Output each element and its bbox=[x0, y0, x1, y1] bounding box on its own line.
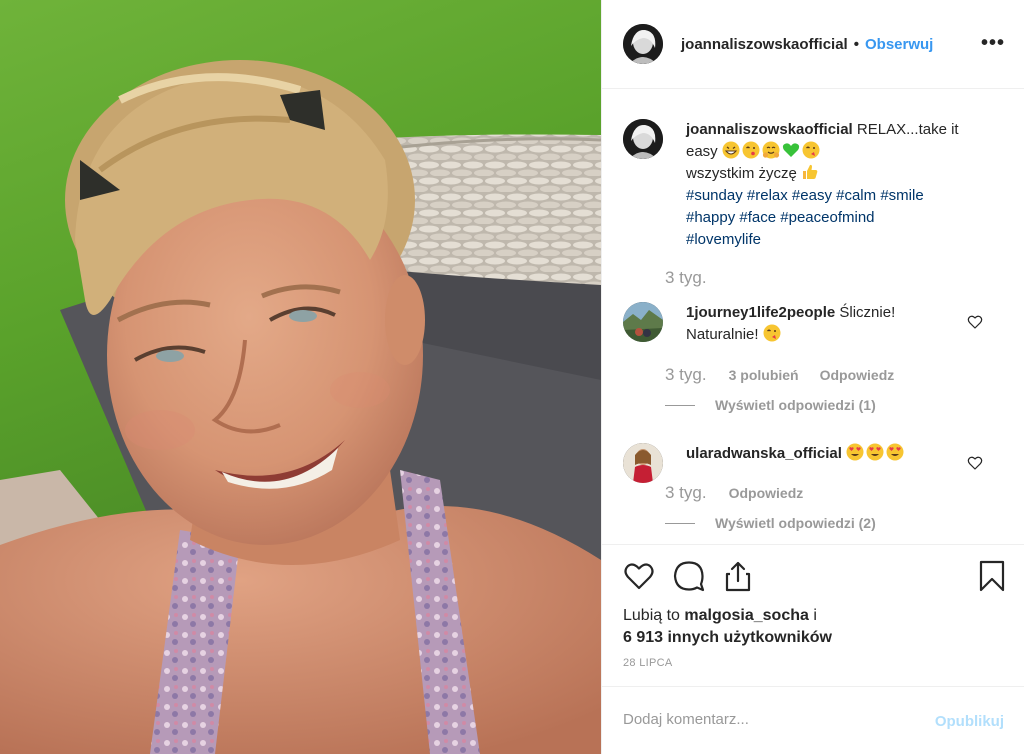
author-avatar[interactable] bbox=[623, 24, 663, 64]
comment-time[interactable]: 3 tyg. bbox=[665, 365, 707, 385]
comment-text-line2: Naturalnie! bbox=[686, 326, 759, 343]
action-icons bbox=[622, 559, 1012, 593]
green-heart-icon bbox=[782, 143, 799, 157]
reply-button[interactable]: Odpowiedz bbox=[820, 367, 895, 383]
hashtag-link[interactable]: #easy bbox=[792, 187, 832, 204]
follow-button[interactable]: Obserwuj bbox=[865, 36, 933, 53]
heart-eyes-emoji-icon bbox=[886, 443, 904, 461]
reply-button[interactable]: Odpowiedz bbox=[729, 485, 804, 501]
comment-author[interactable]: 1journey1life2people bbox=[686, 304, 835, 321]
hashtag-link[interactable]: #smile bbox=[880, 187, 923, 204]
caption-meta: 3 tyg. bbox=[665, 268, 729, 288]
caption-author[interactable]: joannaliszowskaofficial bbox=[686, 121, 853, 138]
likes-prefix: Lubią to bbox=[623, 607, 685, 624]
caption-text-line1: RELAX...take it bbox=[852, 121, 959, 138]
likes-summary: Lubią to malgosia_socha i 6 913 innych u… bbox=[623, 605, 832, 649]
hashtag-link[interactable]: #sunday bbox=[686, 187, 743, 204]
like-comment-heart-icon[interactable] bbox=[967, 455, 983, 471]
caption-time[interactable]: 3 tyg. bbox=[665, 268, 707, 288]
replies-line bbox=[665, 404, 695, 406]
commenter-avatar[interactable] bbox=[623, 302, 663, 342]
comment-body: ularadwanska_official bbox=[686, 443, 986, 465]
caption-author-avatar[interactable] bbox=[623, 119, 663, 159]
comments-list[interactable]: joannaliszowskaofficial RELAX...take it … bbox=[602, 89, 1024, 544]
liker-username[interactable]: malgosia_socha bbox=[684, 607, 809, 624]
heart-eyes-emoji-icon bbox=[866, 443, 884, 461]
caption-hashtags-line3: #lovemylife bbox=[686, 229, 986, 251]
likes-others-count[interactable]: 6 913 innych użytkowników bbox=[623, 629, 832, 646]
more-icon[interactable]: ••• bbox=[981, 33, 1005, 53]
selfie-image bbox=[0, 60, 601, 754]
comment-author[interactable]: ularadwanska_official bbox=[686, 445, 842, 462]
like-comment-heart-icon[interactable] bbox=[967, 314, 983, 330]
comment-time[interactable]: 3 tyg. bbox=[665, 483, 707, 503]
kiss-emoji-icon bbox=[742, 141, 760, 159]
comment-meta: 3 tyg. Odpowiedz bbox=[665, 483, 824, 503]
replies-line bbox=[665, 522, 695, 524]
post-actions: Lubią to malgosia_socha i 6 913 innych u… bbox=[602, 544, 1024, 754]
comment-icon[interactable] bbox=[672, 559, 706, 593]
author-username[interactable]: joannaliszowskaofficial bbox=[681, 36, 848, 53]
comment-likes-count[interactable]: 3 polubień bbox=[729, 367, 799, 383]
post-side-panel: joannaliszowskaofficial • Obserwuj ••• j… bbox=[601, 0, 1024, 754]
view-replies-button[interactable]: Wyświetl odpowiedzi (1) bbox=[665, 397, 876, 413]
thumbs-up-emoji-icon bbox=[803, 164, 818, 179]
post-date[interactable]: 28 LIPCA bbox=[623, 657, 672, 669]
comment-input[interactable] bbox=[623, 711, 903, 728]
hug-emoji-icon bbox=[762, 141, 780, 159]
likes-suffix: i bbox=[808, 607, 817, 624]
post-photo[interactable] bbox=[0, 0, 601, 754]
view-replies-label: Wyświetl odpowiedzi (2) bbox=[715, 515, 876, 531]
hashtag-link[interactable]: #peaceofmind bbox=[780, 209, 874, 226]
commenter-avatar[interactable] bbox=[623, 443, 663, 483]
grin-emoji-icon bbox=[722, 141, 740, 159]
publish-button[interactable]: Opublikuj bbox=[935, 713, 1004, 730]
hashtag-link[interactable]: #relax bbox=[747, 187, 788, 204]
caption-hashtags-line2: #happy #face #peaceofmind bbox=[686, 207, 986, 229]
comment-meta: 3 tyg. 3 polubień Odpowiedz bbox=[665, 365, 915, 385]
caption-text-line2: easy bbox=[686, 143, 718, 160]
wink-kiss-emoji-icon bbox=[763, 324, 781, 342]
heart-icon[interactable] bbox=[622, 559, 656, 593]
hashtag-link[interactable]: #lovemylife bbox=[686, 231, 761, 248]
caption-text-line3: wszystkim życzę bbox=[686, 165, 797, 182]
view-replies-button[interactable]: Wyświetl odpowiedzi (2) bbox=[665, 515, 876, 531]
view-replies-label: Wyświetl odpowiedzi (1) bbox=[715, 397, 876, 413]
wink-kiss-emoji-icon bbox=[802, 141, 820, 159]
heart-eyes-emoji-icon bbox=[846, 443, 864, 461]
share-icon[interactable] bbox=[721, 559, 755, 593]
comment-text-line1: Ślicznie! bbox=[835, 304, 896, 321]
hashtag-link[interactable]: #face bbox=[739, 209, 776, 226]
hashtag-link[interactable]: #happy bbox=[686, 209, 735, 226]
caption-hashtags-line1: #sunday #relax #easy #calm #smile bbox=[686, 185, 986, 207]
bookmark-icon[interactable] bbox=[975, 559, 1009, 593]
hashtag-link[interactable]: #calm bbox=[836, 187, 876, 204]
caption-body: joannaliszowskaofficial RELAX...take it … bbox=[686, 119, 986, 251]
add-comment-bar: Opublikuj bbox=[602, 686, 1024, 754]
post-header: joannaliszowskaofficial • Obserwuj ••• bbox=[602, 0, 1024, 89]
comment-body: 1journey1life2people Ślicznie! Naturalni… bbox=[686, 302, 986, 346]
separator-dot: • bbox=[853, 35, 859, 53]
